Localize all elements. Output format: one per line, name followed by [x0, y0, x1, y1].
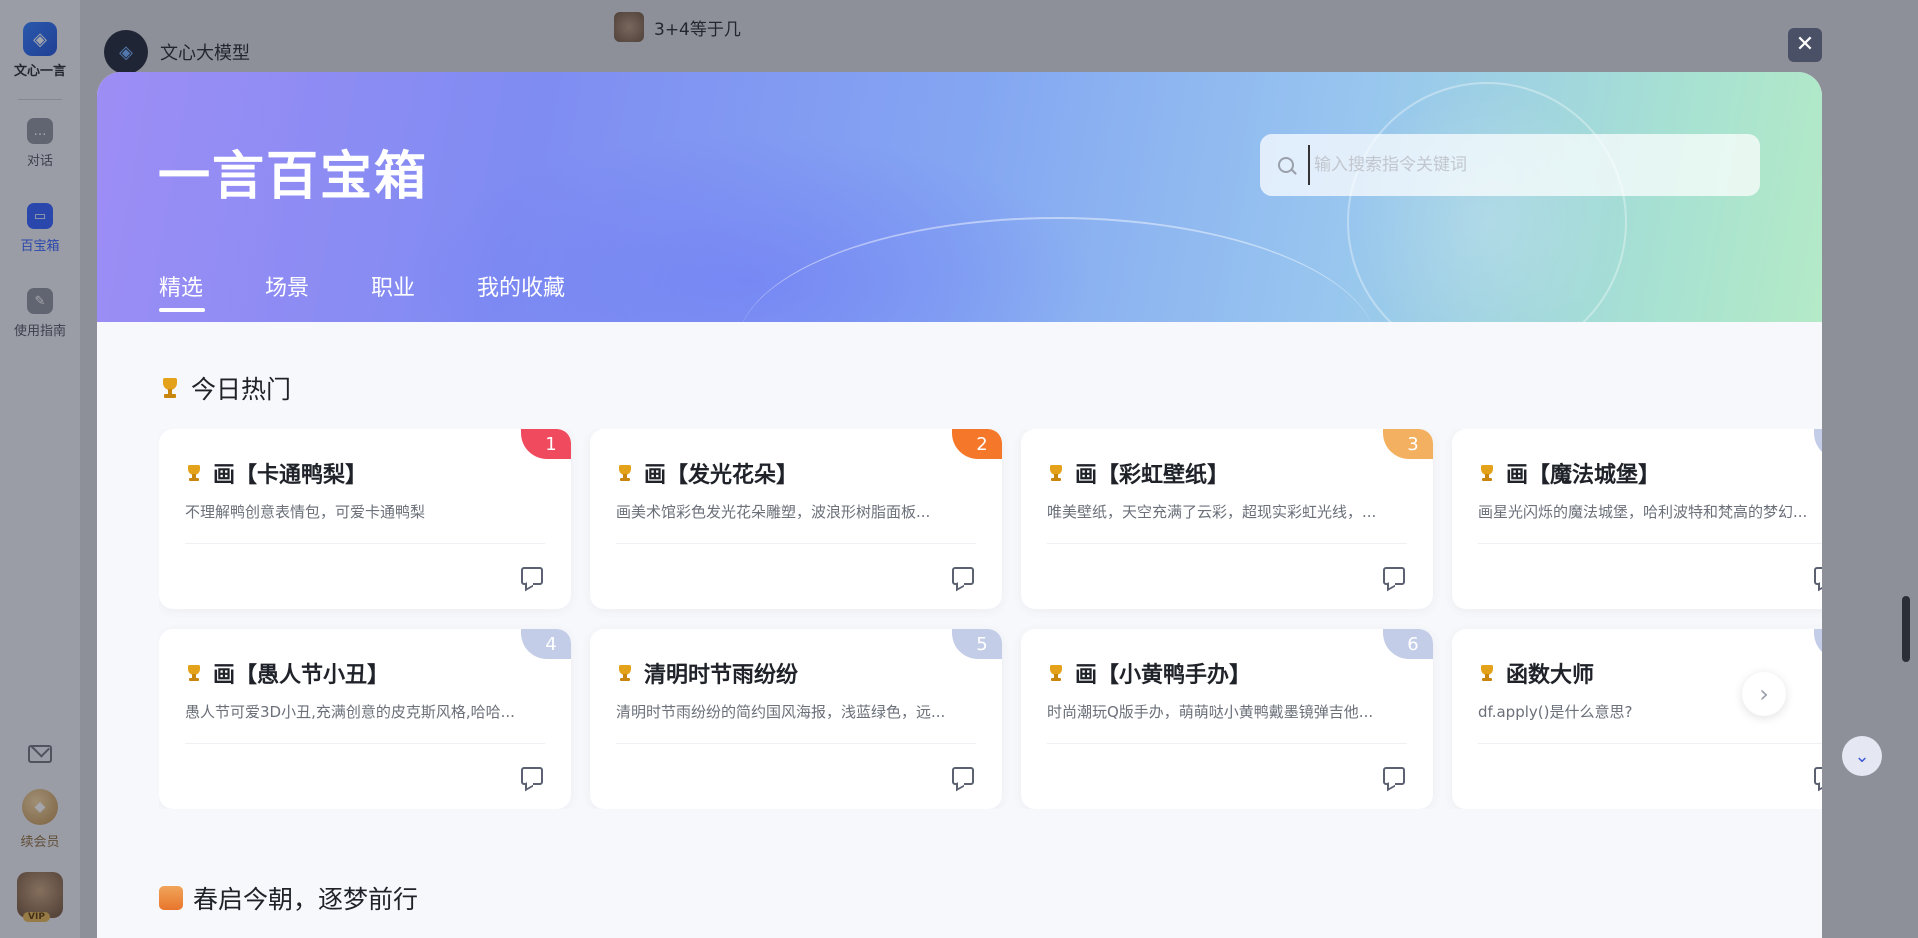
- modal-header: 一言百宝箱 精选 场景 职业 我的收藏: [97, 72, 1822, 322]
- tab-professions[interactable]: 职业: [371, 270, 415, 312]
- trophy-icon: [1047, 464, 1065, 482]
- card-title: 画【彩虹壁纸】: [1075, 463, 1230, 488]
- trophy-icon: [185, 664, 203, 682]
- card-description: 画美术馆彩色发光花朵雕塑，波浪形树脂面板...: [616, 503, 931, 521]
- card-description: 时尚潮玩Q版手办，萌萌哒小黄鸭戴墨镜弹吉他...: [1047, 703, 1374, 721]
- chevron-down-icon: ⌄: [1854, 745, 1870, 767]
- tab-scenes[interactable]: 场景: [265, 270, 309, 312]
- rank-badge: 1: [521, 429, 571, 459]
- chat-icon[interactable]: [1814, 567, 1822, 585]
- section-title: 今日热门: [191, 375, 292, 404]
- search-box[interactable]: [1260, 134, 1760, 196]
- prompt-card[interactable]: 3 画【彩虹壁纸】 唯美壁纸，天空充满了云彩，超现实彩虹光线，...: [1021, 429, 1433, 609]
- prompt-card[interactable]: 画【魔法城堡】 画星光闪烁的魔法城堡，哈利波特和梵高的梦幻...: [1452, 429, 1822, 609]
- search-input[interactable]: [1308, 145, 1728, 185]
- card-description: 画星光闪烁的魔法城堡，哈利波特和梵高的梦幻...: [1478, 503, 1808, 521]
- chat-icon[interactable]: [952, 567, 974, 585]
- rank-badge: 6: [1383, 629, 1433, 659]
- prompt-card[interactable]: 6 画【小黄鸭手办】 时尚潮玩Q版手办，萌萌哒小黄鸭戴墨镜弹吉他...: [1021, 629, 1433, 809]
- prompt-card[interactable]: 1 画【卡通鸭梨】 不理解鸭创意表情包，可爱卡通鸭梨: [159, 429, 571, 609]
- chat-icon[interactable]: [952, 767, 974, 785]
- prompt-card[interactable]: 2 画【发光花朵】 画美术馆彩色发光花朵雕塑，波浪形树脂面板...: [590, 429, 1002, 609]
- card-title: 画【魔法城堡】: [1506, 463, 1661, 488]
- search-icon: [1278, 157, 1294, 173]
- card-title: 画【卡通鸭梨】: [213, 463, 368, 488]
- trophy-icon: [1478, 464, 1496, 482]
- card-description: 清明时节雨纷纷的简约国风海报，浅蓝绿色，远...: [616, 703, 946, 721]
- category-tabs: 精选 场景 职业 我的收藏: [159, 270, 627, 312]
- card-description: 唯美壁纸，天空充满了云彩，超现实彩虹光线，...: [1047, 503, 1377, 521]
- section-title: 春启今朝，逐梦前行: [193, 885, 419, 914]
- card-description: 不理解鸭创意表情包，可爱卡通鸭梨: [185, 503, 426, 521]
- prompt-card[interactable]: 函数大师 df.apply()是什么意思?: [1452, 629, 1822, 809]
- chevron-right-icon: ›: [1759, 680, 1769, 708]
- card-title: 画【愚人节小丑】: [213, 663, 390, 688]
- card-description: 愚人节可爱3D小丑,充满创意的皮克斯风格,哈哈...: [185, 703, 515, 721]
- chat-icon[interactable]: [521, 567, 543, 585]
- card-title: 画【发光花朵】: [644, 463, 799, 488]
- trophy-icon: [185, 464, 203, 482]
- chat-icon[interactable]: [521, 767, 543, 785]
- rank-badge: [1814, 429, 1822, 459]
- rank-badge: 5: [952, 629, 1002, 659]
- scroll-down-button[interactable]: ⌄: [1842, 736, 1882, 776]
- spring-icon: [159, 886, 183, 910]
- prompt-card[interactable]: 4 画【愚人节小丑】 愚人节可爱3D小丑,充满创意的皮克斯风格,哈哈...: [159, 629, 571, 809]
- card-title: 函数大师: [1506, 663, 1595, 688]
- rank-badge: 3: [1383, 429, 1433, 459]
- tab-featured[interactable]: 精选: [159, 270, 206, 312]
- card-title: 画【小黄鸭手办】: [1075, 663, 1252, 688]
- prompt-card[interactable]: 5 清明时节雨纷纷 清明时节雨纷纷的简约国风海报，浅蓝绿色，远...: [590, 629, 1002, 809]
- chat-icon[interactable]: [1814, 767, 1822, 785]
- carousel-next-button[interactable]: ›: [1742, 672, 1786, 716]
- close-modal-button[interactable]: ✕: [1788, 28, 1822, 62]
- rank-badge: 4: [521, 629, 571, 659]
- card-title: 清明时节雨纷纷: [644, 663, 799, 688]
- rank-badge: 2: [952, 429, 1002, 459]
- chat-icon[interactable]: [1383, 567, 1405, 585]
- trophy-icon: [616, 664, 634, 682]
- close-icon: ✕: [1795, 32, 1815, 57]
- modal-title: 一言百宝箱: [158, 147, 429, 207]
- rank-badge: [1814, 629, 1822, 659]
- trophy-icon: [1047, 664, 1065, 682]
- section-spring: 春启今朝，逐梦前行: [159, 880, 418, 916]
- trophy-icon: [159, 377, 181, 399]
- chat-icon[interactable]: [1383, 767, 1405, 785]
- toolbox-modal: 一言百宝箱 精选 场景 职业 我的收藏 今日热门 1 画【卡通鸭梨】 不理解鸭创…: [97, 72, 1822, 938]
- page-scrollbar[interactable]: [1902, 596, 1910, 662]
- tab-favorites[interactable]: 我的收藏: [477, 270, 565, 312]
- trophy-icon: [616, 464, 634, 482]
- hot-cards-grid: 1 画【卡通鸭梨】 不理解鸭创意表情包，可爱卡通鸭梨 2 画【发光花朵】 画美术…: [159, 429, 1822, 809]
- trophy-icon: [1478, 664, 1496, 682]
- section-hot-today: 今日热门: [159, 370, 291, 406]
